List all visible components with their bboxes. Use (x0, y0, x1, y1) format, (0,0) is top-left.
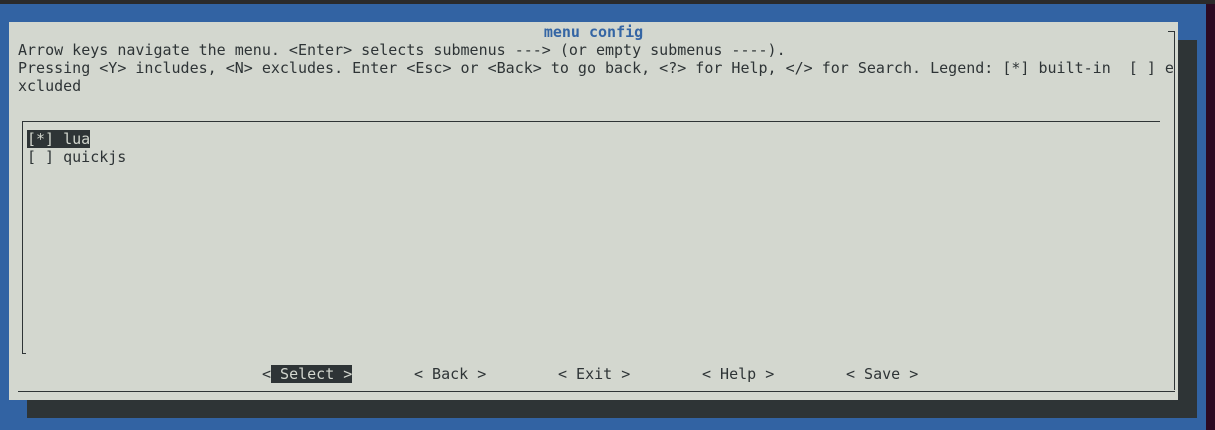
save-button[interactable]: < Save > (846, 365, 918, 383)
dialog-title: menu config (543, 23, 644, 41)
menu-item-label: lua (63, 130, 91, 148)
menu-item-lua[interactable]: [*] lua (27, 130, 91, 148)
checkbox-excluded[interactable]: [ ] (27, 148, 54, 166)
dialog-corner (1168, 31, 1175, 32)
help-button[interactable]: < Help > (702, 365, 774, 383)
exit-button[interactable]: < Exit > (558, 365, 630, 383)
menuconfig-dialog: menu config Arrow keys navigate the menu… (9, 22, 1178, 400)
help-line-3: xcluded (18, 77, 82, 95)
menu-item-quickjs[interactable]: [ ] quickjs (27, 148, 126, 166)
back-button[interactable]: < Back > (414, 365, 486, 383)
top-bar (0, 0, 1215, 4)
menu-box-bottom-corner (22, 353, 26, 354)
background-window-edge (1206, 4, 1215, 430)
select-button[interactable]: < Select > (262, 365, 353, 383)
help-line-2: Pressing <Y> includes, <N> excludes. Ent… (18, 59, 1174, 77)
select-button-bracket: < (262, 365, 272, 383)
checkbox-builtin[interactable]: [*] (27, 130, 54, 148)
dialog-right-border (1174, 31, 1175, 390)
select-button-label: Select > (271, 365, 353, 383)
help-line-1: Arrow keys navigate the menu. <Enter> se… (18, 41, 786, 59)
menu-box-top-border (22, 121, 1160, 122)
dialog-bottom-border (18, 391, 1175, 392)
menu-item-label: quickjs (63, 148, 127, 166)
menu-box-left-border (22, 121, 23, 354)
